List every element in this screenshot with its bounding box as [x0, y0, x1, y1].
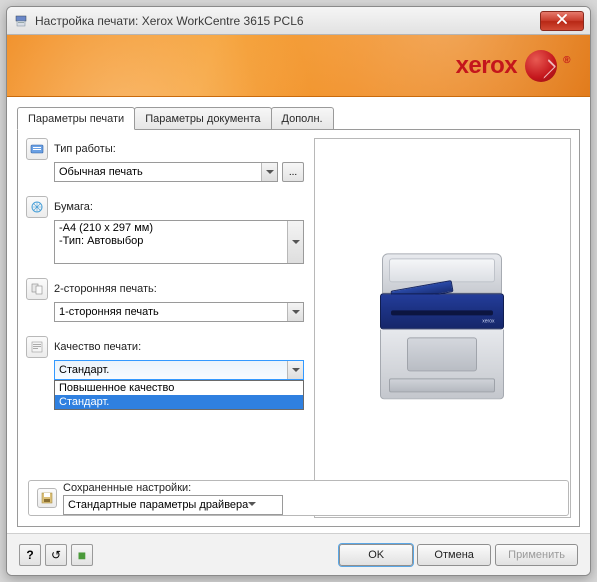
eco-button[interactable]: ■ — [71, 544, 93, 566]
titlebar[interactable]: Настройка печати: Xerox WorkCentre 3615 … — [7, 7, 590, 35]
jobtype-icon — [26, 138, 48, 160]
save-icon — [37, 488, 57, 508]
tab-panel: Тип работы: Обычная печать ... — [17, 129, 580, 527]
quality-option-high[interactable]: Повышенное качество — [55, 381, 303, 395]
saved-settings-panel: Сохраненные настройки: Стандартные парам… — [28, 480, 569, 516]
chevron-down-icon — [248, 502, 256, 507]
quality-option-standard[interactable]: Стандарт. — [55, 395, 303, 409]
duplex-icon — [26, 278, 48, 300]
window-title: Настройка печати: Xerox WorkCentre 3615 … — [35, 14, 540, 28]
brand-name: xerox — [456, 52, 518, 80]
duplex-label: 2-сторонняя печать: — [54, 283, 157, 295]
saved-label: Сохраненные настройки: — [63, 482, 560, 494]
close-button[interactable] — [540, 11, 584, 31]
field-paper: Бумага: -A4 (210 x 297 мм) -Тип: Автовыб… — [26, 196, 304, 264]
saved-value: Стандартные параметры драйвера — [68, 499, 248, 511]
field-quality: Качество печати: Стандарт. Повышенное ка… — [26, 336, 304, 380]
tab-document-params[interactable]: Параметры документа — [134, 107, 271, 129]
tab-print-params[interactable]: Параметры печати — [17, 107, 135, 130]
quality-dropdown: Повышенное качество Стандарт. — [54, 380, 304, 410]
close-icon — [557, 14, 567, 27]
chevron-down-icon — [287, 361, 303, 379]
reset-button[interactable]: ↺ — [45, 544, 67, 566]
ok-button[interactable]: OK — [339, 544, 413, 566]
apply-button[interactable]: Применить — [495, 544, 578, 566]
field-duplex: 2-сторонняя печать: 1-сторонняя печать — [26, 278, 304, 322]
duplex-combo[interactable]: 1-сторонняя печать — [54, 302, 304, 322]
quality-combo[interactable]: Стандарт. Повышенное качество Стандарт. — [54, 360, 304, 380]
paper-listbox[interactable]: -A4 (210 x 297 мм) -Тип: Автовыбор — [54, 220, 304, 264]
quality-icon — [26, 336, 48, 358]
quality-value: Стандарт. — [59, 364, 109, 376]
brand-logo: xerox ® — [456, 50, 570, 82]
chevron-down-icon — [287, 303, 303, 321]
reset-icon: ↺ — [51, 548, 61, 562]
content-area: Параметры печати Параметры документа Доп… — [17, 107, 580, 525]
tab-strip: Параметры печати Параметры документа Доп… — [17, 107, 580, 129]
printer-icon — [13, 13, 29, 29]
preview-pane: xerox — [314, 138, 571, 518]
paper-label: Бумага: — [54, 201, 93, 213]
help-button[interactable]: ? — [19, 544, 41, 566]
jobtype-value: Обычная печать — [59, 166, 143, 178]
duplex-value: 1-сторонняя печать — [59, 306, 159, 318]
cancel-button[interactable]: Отмена — [417, 544, 491, 566]
paper-icon — [26, 196, 48, 218]
quality-label: Качество печати: — [54, 341, 141, 353]
left-column: Тип работы: Обычная печать ... — [26, 138, 304, 394]
printer-image: xerox — [363, 233, 523, 423]
brand-sphere-icon — [525, 50, 557, 82]
field-jobtype: Тип работы: Обычная печать ... — [26, 138, 304, 182]
chevron-down-icon — [287, 221, 303, 263]
registered-mark: ® — [563, 55, 570, 66]
saved-combo[interactable]: Стандартные параметры драйвера — [63, 495, 283, 515]
paper-line2: -Тип: Автовыбор — [59, 235, 285, 248]
footer-bar: ? ↺ ■ OK Отмена Применить — [7, 533, 590, 575]
jobtype-label: Тип работы: — [54, 143, 116, 155]
eco-icon: ■ — [78, 547, 86, 563]
dialog-window: Настройка печати: Xerox WorkCentre 3615 … — [6, 6, 591, 576]
tab-advanced[interactable]: Дополн. — [271, 107, 334, 129]
chevron-down-icon — [261, 163, 277, 181]
brand-banner: xerox ® — [7, 35, 590, 97]
jobtype-more-button[interactable]: ... — [282, 162, 304, 182]
paper-line1: -A4 (210 x 297 мм) — [59, 222, 285, 235]
jobtype-combo[interactable]: Обычная печать — [54, 162, 278, 182]
